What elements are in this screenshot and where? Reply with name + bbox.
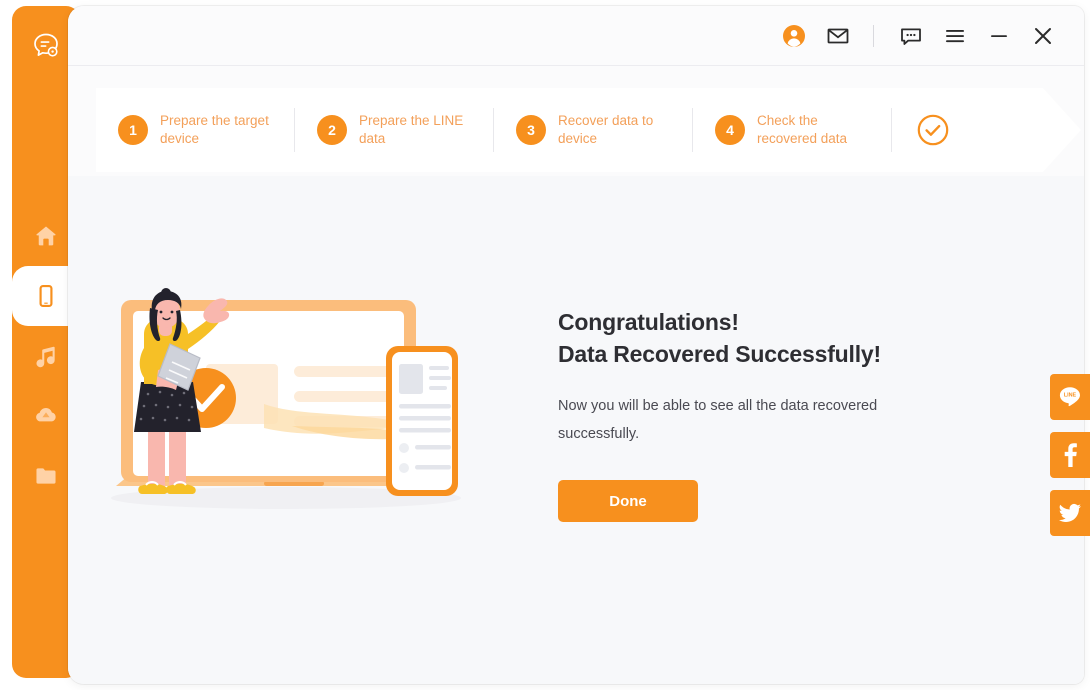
twitter-share-button[interactable] xyxy=(1050,490,1090,536)
step-3-label: Recover data to device xyxy=(558,113,654,146)
step-2-label: Prepare the LINE data xyxy=(359,113,464,146)
headline-line-2: Data Recovered Successfully! xyxy=(558,341,881,367)
headline: Congratulations! Data Recovered Successf… xyxy=(558,306,988,370)
chat-bubble-logo-icon xyxy=(34,33,58,57)
step-4-number: 4 xyxy=(715,115,745,145)
step-1-label: Prepare the target device xyxy=(160,113,269,146)
titlebar xyxy=(68,6,1084,66)
close-button[interactable] xyxy=(1026,19,1060,53)
line-icon: LINE xyxy=(1059,387,1080,407)
app-window: 1 Prepare the target device 2 Prepare th… xyxy=(0,0,1090,690)
step-divider xyxy=(891,108,892,152)
menu-button[interactable] xyxy=(938,19,972,53)
social-share-rail: LINE xyxy=(1050,374,1090,548)
folder-icon xyxy=(36,468,56,484)
mail-button[interactable] xyxy=(821,19,855,53)
check-circle-icon xyxy=(916,113,950,147)
cloud-drive-icon xyxy=(36,407,56,422)
main-window: 1 Prepare the target device 2 Prepare th… xyxy=(68,6,1084,684)
minimize-icon xyxy=(991,34,1007,37)
step-complete-indicator xyxy=(916,113,950,147)
feedback-button[interactable] xyxy=(894,19,928,53)
step-2-number: 2 xyxy=(317,115,347,145)
account-avatar-button[interactable] xyxy=(777,19,811,53)
home-icon xyxy=(36,226,56,246)
step-progress-bar: 1 Prepare the target device 2 Prepare th… xyxy=(96,88,1081,172)
step-3[interactable]: 3 Recover data to device xyxy=(494,88,670,172)
menu-hamburger-icon xyxy=(946,29,964,42)
line-share-button[interactable]: LINE xyxy=(1050,374,1090,420)
music-note-icon xyxy=(36,346,55,368)
success-panel: Congratulations! Data Recovered Successf… xyxy=(558,306,988,522)
titlebar-divider xyxy=(873,24,874,47)
data-recovered-illustration xyxy=(96,286,496,526)
step-4-label: Check the recovered data xyxy=(757,113,848,146)
phone-device-icon xyxy=(39,284,53,308)
close-icon xyxy=(1035,27,1051,44)
svg-text:LINE: LINE xyxy=(1064,393,1077,399)
step-1-number: 1 xyxy=(118,115,148,145)
facebook-icon xyxy=(1064,443,1077,467)
step-1[interactable]: 1 Prepare the target device xyxy=(96,88,272,172)
mail-icon xyxy=(827,28,849,43)
content-area: Congratulations! Data Recovered Successf… xyxy=(68,176,1084,684)
done-button[interactable]: Done xyxy=(558,480,698,522)
subtext: Now you will be able to see all the data… xyxy=(558,398,878,442)
step-2[interactable]: 2 Prepare the LINE data xyxy=(295,88,471,172)
minimize-button[interactable] xyxy=(982,19,1016,53)
step-3-number: 3 xyxy=(516,115,546,145)
feedback-chat-icon xyxy=(901,28,921,45)
headline-line-1: Congratulations! xyxy=(558,309,739,335)
illustration-svg xyxy=(111,288,461,509)
twitter-icon xyxy=(1059,503,1081,523)
facebook-share-button[interactable] xyxy=(1050,432,1090,478)
account-avatar-icon xyxy=(783,24,805,47)
step-4[interactable]: 4 Check the recovered data xyxy=(693,88,869,172)
